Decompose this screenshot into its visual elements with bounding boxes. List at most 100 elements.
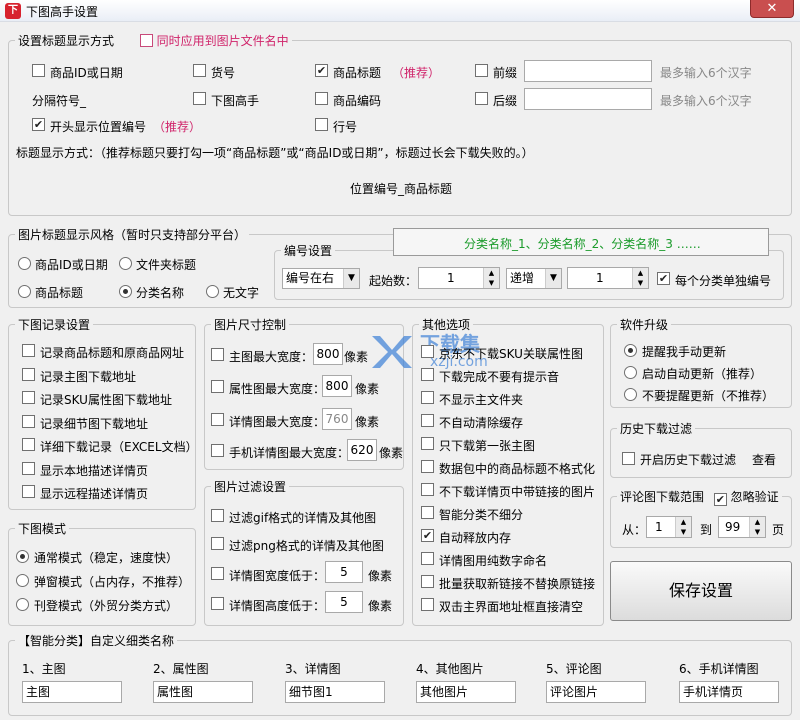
record-option-checkbox[interactable] [22,461,35,475]
other-option-checkbox[interactable] [421,460,434,473]
category-preview-text: 分类名称_1、分类名称_2、分类名称_3 …… [464,237,701,251]
product-title-checkbox[interactable]: ✔ [315,64,328,77]
product-code-checkbox[interactable] [315,92,328,105]
other-option-checkbox[interactable]: ✔ [421,529,434,542]
other-option-checkbox[interactable] [421,506,434,519]
review-to-input[interactable]: 99 ▲ ▼ [718,516,766,538]
other-option-label: 下载完成不要有提示音 [439,370,560,384]
smart-category-legend: 【智能分类】自定义细类名称 [15,632,178,649]
row-no-checkbox[interactable] [315,118,328,131]
style-product-title-radio[interactable] [18,285,31,298]
other-option-checkbox[interactable] [421,483,434,496]
history-legend: 历史下载过滤 [617,420,696,437]
smart-category-label: 3、详情图 [285,662,341,676]
upgrade-auto-radio[interactable] [624,366,637,379]
item-no-label: 货号 [211,66,236,80]
filter-png-label: 过滤png格式的详情及其他图 [229,539,384,553]
start-number-input[interactable]: 1 ▲ ▼ [418,267,500,289]
filter-width-checkbox[interactable] [211,567,224,580]
close-button[interactable]: ✕ [750,0,794,18]
other-option-label: 批量获取新链接不替换原链接 [439,577,596,591]
filter-width-input[interactable]: 5 [325,561,363,583]
other-option-checkbox[interactable] [421,345,434,358]
product-id-checkbox[interactable] [32,64,45,77]
spinner-arrows-icon[interactable]: ▲ ▼ [483,268,499,288]
size-limit-input[interactable]: 620 [347,439,377,461]
other-option-checkbox[interactable] [421,391,434,404]
spinner-arrows-icon[interactable]: ▲ ▼ [632,268,648,288]
size-limit-checkbox[interactable] [211,444,224,457]
filter-png-checkbox[interactable] [211,537,224,550]
other-option-label: 不下载详情页中带链接的图片 [439,485,596,499]
size-limit-checkbox[interactable] [211,348,224,361]
size-limit-input[interactable]: 800 [322,375,352,397]
upgrade-never-radio[interactable] [624,388,637,401]
position-prefix-checkbox[interactable]: ✔ [32,118,45,131]
save-button[interactable]: 保存设置 [610,561,792,621]
smart-category-input[interactable]: 其他图片 [416,681,516,703]
spinner-arrows-icon[interactable]: ▲ ▼ [749,517,765,537]
style-product-id-radio[interactable] [18,257,31,270]
spinner-arrows-icon[interactable]: ▲ ▼ [675,517,691,537]
apply-to-filename-checkbox[interactable] [139,34,153,47]
downloader-checkbox[interactable] [193,92,206,105]
record-settings-legend: 下图记录设置 [15,316,94,333]
smart-category-input[interactable]: 主图 [22,681,122,703]
other-option-checkbox[interactable] [421,414,434,427]
downloader-label: 下图高手 [211,94,260,108]
record-option-checkbox[interactable] [22,391,35,404]
suffix-input[interactable] [524,88,652,110]
other-option-label: 不自动清除缓存 [439,416,524,430]
smart-category-input[interactable]: 评论图片 [546,681,646,703]
mode-normal-radio[interactable] [16,550,29,563]
style-product-title-label: 商品标题 [35,286,84,300]
per-category-numbering-checkbox[interactable]: ✔ [657,272,670,285]
style-folder-title-radio[interactable] [119,257,132,270]
suffix-checkbox[interactable] [475,92,488,105]
review-from-input[interactable]: 1 ▲ ▼ [646,516,692,538]
ignore-verify-checkbox[interactable]: ✔ [713,493,727,506]
size-limit-label: 手机详情图最大宽度： [229,446,350,460]
mode-popup-radio[interactable] [16,574,29,587]
product-title-recommend: （推荐） [392,66,441,80]
filter-settings-legend: 图片过滤设置 [211,478,290,495]
item-no-checkbox[interactable] [193,64,206,77]
smart-category-input[interactable]: 手机详情页 [679,681,779,703]
record-option-checkbox[interactable] [22,344,35,357]
other-option-checkbox[interactable] [421,575,434,588]
prefix-checkbox[interactable] [475,64,488,77]
filter-height-checkbox[interactable] [211,597,224,610]
numbering-position-select[interactable]: 编号在右 ▼ [282,268,360,289]
upgrade-auto-label: 启动自动更新（推荐） [642,367,763,381]
style-product-id-label: 商品ID或日期 [35,258,108,272]
increment-mode-select[interactable]: 递增 ▼ [506,268,562,289]
other-option-checkbox[interactable] [421,368,434,381]
other-option-checkbox[interactable] [421,552,434,565]
record-option-checkbox[interactable] [22,485,35,498]
filter-gif-checkbox[interactable] [211,509,224,522]
other-option-checkbox[interactable] [421,437,434,450]
apply-to-filename-label: 同时应用到图片文件名中 [156,34,289,48]
size-limit-input[interactable]: 760 [322,408,352,430]
upgrade-manual-radio[interactable] [624,344,637,357]
history-view-link[interactable]: 查看 [752,451,776,468]
style-no-text-radio[interactable] [206,285,219,298]
size-limit-label: 详情图最大宽度： [229,415,326,429]
size-limit-input[interactable]: 800 [313,343,343,365]
history-filter-checkbox[interactable] [622,452,635,465]
record-option-checkbox[interactable] [22,414,35,428]
increment-value-input[interactable]: 1 ▲ ▼ [567,267,649,289]
other-option-checkbox[interactable] [421,598,434,611]
size-limit-checkbox[interactable] [211,413,224,426]
size-limit-unit: 像素 [379,446,404,460]
smart-category-label: 5、评论图 [546,662,602,676]
record-option-checkbox[interactable] [22,367,35,381]
mode-magazine-radio[interactable] [16,598,29,611]
smart-category-input[interactable]: 细节图1 [285,681,385,703]
filter-height-input[interactable]: 5 [325,591,363,613]
prefix-input[interactable] [524,60,652,82]
size-limit-checkbox[interactable] [211,380,224,393]
style-category-radio[interactable] [119,285,132,298]
record-option-checkbox[interactable] [22,438,35,451]
smart-category-input[interactable]: 属性图 [153,681,253,703]
